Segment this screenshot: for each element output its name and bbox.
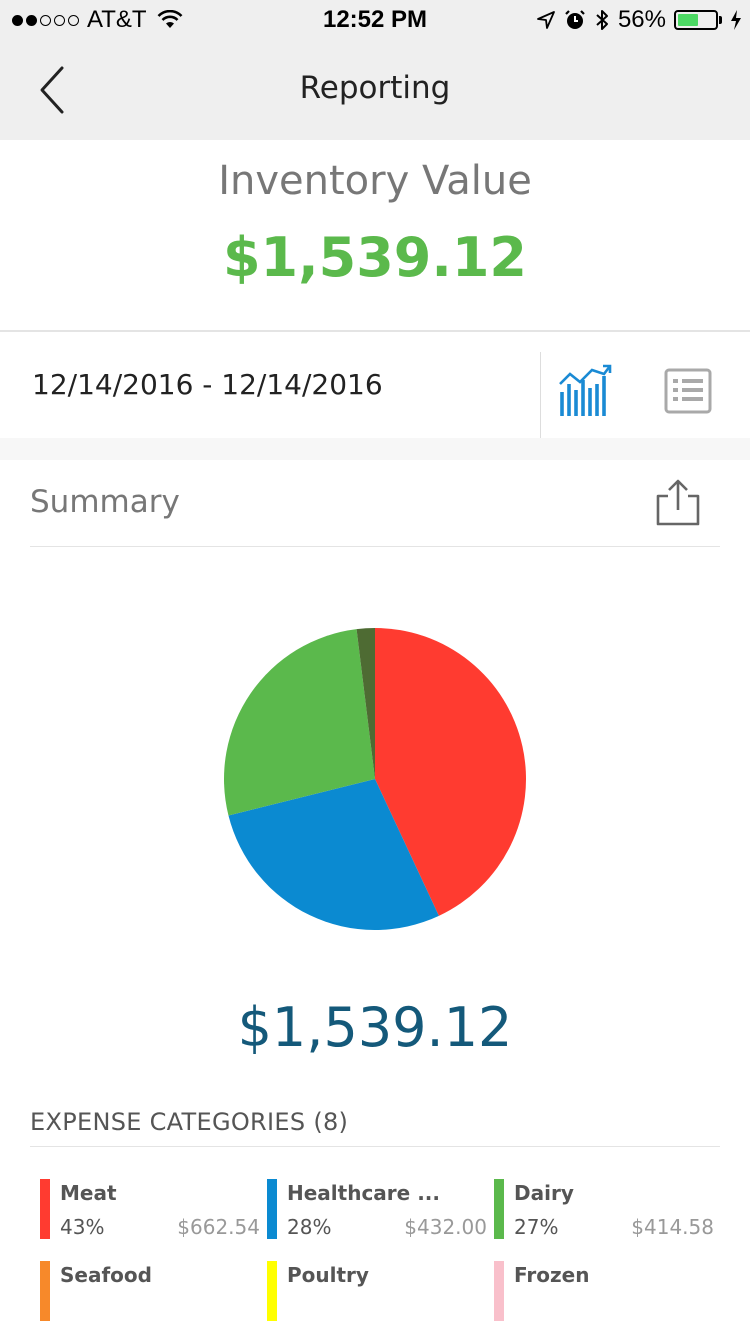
category-item-dairy[interactable]: Dairy 27% $414.58 [494, 1179, 714, 1239]
category-item-seafood[interactable]: Seafood [40, 1261, 260, 1321]
category-percent: 28% [287, 1215, 332, 1239]
battery-icon [674, 10, 722, 30]
list-icon[interactable] [664, 368, 712, 414]
category-color-swatch [40, 1261, 50, 1321]
bluetooth-icon [596, 10, 608, 30]
category-percent: 43% [60, 1215, 105, 1239]
battery-fill [678, 14, 699, 26]
status-right: 56% [536, 6, 742, 34]
share-icon[interactable] [652, 478, 704, 526]
category-amount: $662.54 [177, 1215, 260, 1239]
charging-bolt-icon [731, 10, 741, 30]
date-range-selector[interactable]: 12/14/2016 - 12/14/2016 [32, 368, 383, 401]
category-color-swatch [267, 1179, 277, 1239]
inventory-value-title: Inventory Value [218, 158, 532, 204]
category-name: Healthcare ... [287, 1181, 440, 1205]
battery-tip [719, 16, 722, 24]
category-color-swatch [267, 1261, 277, 1321]
category-item-meat[interactable]: Meat 43% $662.54 [40, 1179, 260, 1239]
expense-categories-title: EXPENSE CATEGORIES (8) [30, 1108, 349, 1136]
category-color-swatch [40, 1179, 50, 1239]
pie-chart [224, 628, 526, 930]
bar-chart-icon[interactable] [556, 364, 612, 416]
category-name: Seafood [60, 1263, 152, 1287]
location-arrow-icon [537, 11, 555, 29]
page-title: Reporting [299, 70, 451, 106]
category-item-healthcare[interactable]: Healthcare ... 28% $432.00 [267, 1179, 487, 1239]
navigation-bar: Reporting [0, 40, 750, 140]
battery-percent: 56% [617, 6, 666, 33]
summary-total: $1,539.12 [237, 996, 513, 1059]
divider [30, 1146, 720, 1147]
category-name: Dairy [514, 1181, 574, 1205]
category-item-frozen[interactable]: Frozen [494, 1261, 714, 1321]
divider [540, 352, 541, 438]
category-item-poultry[interactable]: Poultry [267, 1261, 487, 1321]
battery-body [674, 10, 718, 30]
status-bar: AT&T 12:52 PM 56% [0, 0, 750, 40]
category-percent: 27% [514, 1215, 559, 1239]
divider [30, 546, 720, 547]
category-name: Meat [60, 1181, 117, 1205]
inventory-value-amount: $1,539.12 [222, 226, 528, 289]
category-color-swatch [494, 1179, 504, 1239]
summary-title: Summary [30, 484, 180, 520]
category-name: Poultry [287, 1263, 369, 1287]
category-amount: $432.00 [404, 1215, 487, 1239]
alarm-clock-icon [565, 10, 585, 29]
section-gap [0, 438, 750, 460]
category-name: Frozen [514, 1263, 590, 1287]
category-color-swatch [494, 1261, 504, 1321]
date-filter-bar: 12/14/2016 - 12/14/2016 [0, 332, 750, 438]
category-amount: $414.58 [631, 1215, 714, 1239]
